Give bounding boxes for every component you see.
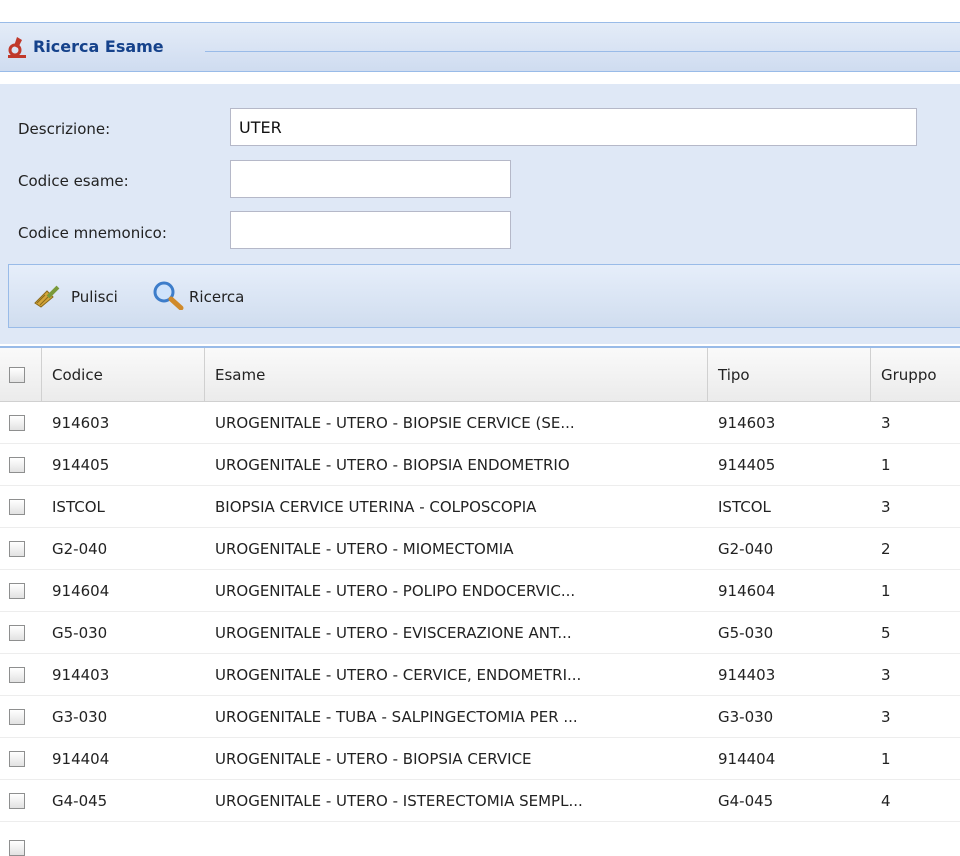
cell-gruppo: 3 bbox=[881, 666, 891, 684]
column-header-tipo[interactable]: Tipo bbox=[708, 348, 871, 402]
cell-codice: G5-030 bbox=[52, 624, 108, 642]
cell-tipo: G5-030 bbox=[718, 624, 774, 642]
toolbar: Pulisci Ricerca bbox=[8, 264, 960, 328]
row-checkbox[interactable] bbox=[9, 709, 25, 725]
microscope-icon bbox=[6, 35, 28, 59]
table-row[interactable]: G4-045 UROGENITALE - UTERO - ISTERECTOMIA… bbox=[0, 780, 960, 822]
cell-codice: 914604 bbox=[52, 582, 110, 600]
cell-codice: G2-040 bbox=[52, 540, 108, 558]
cell-codice: ISTCOL bbox=[52, 498, 105, 516]
row-checkbox[interactable] bbox=[9, 751, 25, 767]
cell-gruppo: 1 bbox=[881, 456, 891, 474]
table-row[interactable]: G3-030 UROGENITALE - TUBA - SALPINGECTOMI… bbox=[0, 696, 960, 738]
table-row[interactable]: ISTCOL BIOPSIA CERVICE UTERINA - COLPOSCO… bbox=[0, 486, 960, 528]
row-checkbox[interactable] bbox=[9, 457, 25, 473]
grid-header: Codice Esame Tipo Gruppo bbox=[0, 346, 960, 402]
table-row[interactable]: G5-030 UROGENITALE - UTERO - EVISCERAZION… bbox=[0, 612, 960, 654]
column-header-gruppo[interactable]: Gruppo bbox=[871, 348, 960, 402]
table-row[interactable]: 914604 UROGENITALE - UTERO - POLIPO ENDOC… bbox=[0, 570, 960, 612]
descrizione-input[interactable] bbox=[230, 108, 917, 146]
cell-esame: UROGENITALE - UTERO - EVISCERAZIONE ANT.… bbox=[215, 624, 572, 642]
cell-gruppo: 3 bbox=[881, 414, 891, 432]
row-checkbox[interactable] bbox=[9, 625, 25, 641]
descrizione-label: Descrizione: bbox=[18, 120, 111, 138]
codice-mnemonico-label: Codice mnemonico: bbox=[18, 224, 167, 242]
cell-gruppo: 5 bbox=[881, 624, 891, 642]
results-grid: Codice Esame Tipo Gruppo 914603 UROGENITA… bbox=[0, 346, 960, 856]
cell-esame: UROGENITALE - UTERO - BIOPSIA CERVICE bbox=[215, 750, 532, 768]
cell-tipo: 914404 bbox=[718, 750, 776, 768]
select-all-checkbox[interactable] bbox=[9, 367, 25, 383]
ricerca-label: Ricerca bbox=[189, 288, 245, 306]
column-header-codice[interactable]: Codice bbox=[42, 348, 205, 402]
row-checkbox[interactable] bbox=[9, 583, 25, 599]
cell-esame: UROGENITALE - TUBA - SALPINGECTOMIA PER … bbox=[215, 708, 578, 726]
panel-header: Ricerca Esame bbox=[0, 22, 960, 72]
cell-codice: 914405 bbox=[52, 456, 110, 474]
pulisci-label: Pulisci bbox=[71, 288, 118, 306]
table-row[interactable]: 914403 UROGENITALE - UTERO - CERVICE, END… bbox=[0, 654, 960, 696]
cell-codice: G4-045 bbox=[52, 792, 108, 810]
cell-gruppo: 1 bbox=[881, 582, 891, 600]
table-row[interactable]: 914404 UROGENITALE - UTERO - BIOPSIA CERV… bbox=[0, 738, 960, 780]
row-checkbox[interactable] bbox=[9, 667, 25, 683]
cell-codice: G3-030 bbox=[52, 708, 108, 726]
table-row[interactable]: 914603 UROGENITALE - UTERO - BIOPSIE CERV… bbox=[0, 402, 960, 444]
cell-esame: UROGENITALE - UTERO - CERVICE, ENDOMETRI… bbox=[215, 666, 582, 684]
cell-tipo: 914603 bbox=[718, 414, 776, 432]
magnifier-icon bbox=[151, 280, 185, 314]
panel-title: Ricerca Esame bbox=[33, 37, 164, 56]
cell-tipo: 914403 bbox=[718, 666, 776, 684]
ricerca-button[interactable]: Ricerca bbox=[151, 281, 244, 313]
row-checkbox-partial[interactable] bbox=[9, 840, 25, 856]
cell-tipo: 914405 bbox=[718, 456, 776, 474]
cell-codice: 914404 bbox=[52, 750, 110, 768]
row-checkbox[interactable] bbox=[9, 499, 25, 515]
broom-icon bbox=[31, 281, 67, 313]
cell-tipo: G2-040 bbox=[718, 540, 774, 558]
cell-tipo: 914604 bbox=[718, 582, 776, 600]
cell-esame: UROGENITALE - UTERO - MIOMECTOMIA bbox=[215, 540, 514, 558]
pulisci-button[interactable]: Pulisci bbox=[31, 281, 118, 313]
codice-esame-input[interactable] bbox=[230, 160, 511, 198]
table-row[interactable]: G2-040 UROGENITALE - UTERO - MIOMECTOMIA G… bbox=[0, 528, 960, 570]
column-header-esame[interactable]: Esame bbox=[205, 348, 708, 402]
row-checkbox[interactable] bbox=[9, 541, 25, 557]
codice-mnemonico-input[interactable] bbox=[230, 211, 511, 249]
header-divider bbox=[205, 51, 960, 52]
cell-esame: UROGENITALE - UTERO - BIOPSIE CERVICE (S… bbox=[215, 414, 575, 432]
cell-gruppo: 3 bbox=[881, 498, 891, 516]
cell-tipo: G4-045 bbox=[718, 792, 774, 810]
row-checkbox[interactable] bbox=[9, 415, 25, 431]
cell-tipo: ISTCOL bbox=[718, 498, 771, 516]
cell-codice: 914403 bbox=[52, 666, 110, 684]
cell-gruppo: 4 bbox=[881, 792, 891, 810]
top-strip bbox=[0, 0, 960, 22]
cell-tipo: G3-030 bbox=[718, 708, 774, 726]
cell-esame: UROGENITALE - UTERO - ISTERECTOMIA SEMPL… bbox=[215, 792, 583, 810]
cell-esame: BIOPSIA CERVICE UTERINA - COLPOSCOPIA bbox=[215, 498, 537, 516]
cell-gruppo: 1 bbox=[881, 750, 891, 768]
cell-esame: UROGENITALE - UTERO - BIOPSIA ENDOMETRIO bbox=[215, 456, 570, 474]
cell-esame: UROGENITALE - UTERO - POLIPO ENDOCERVIC.… bbox=[215, 582, 576, 600]
cell-gruppo: 3 bbox=[881, 708, 891, 726]
row-checkbox[interactable] bbox=[9, 793, 25, 809]
cell-codice: 914603 bbox=[52, 414, 110, 432]
select-all-cell bbox=[0, 348, 42, 402]
codice-esame-label: Codice esame: bbox=[18, 172, 129, 190]
cell-gruppo: 2 bbox=[881, 540, 891, 558]
table-row[interactable]: 914405 UROGENITALE - UTERO - BIOPSIA ENDO… bbox=[0, 444, 960, 486]
